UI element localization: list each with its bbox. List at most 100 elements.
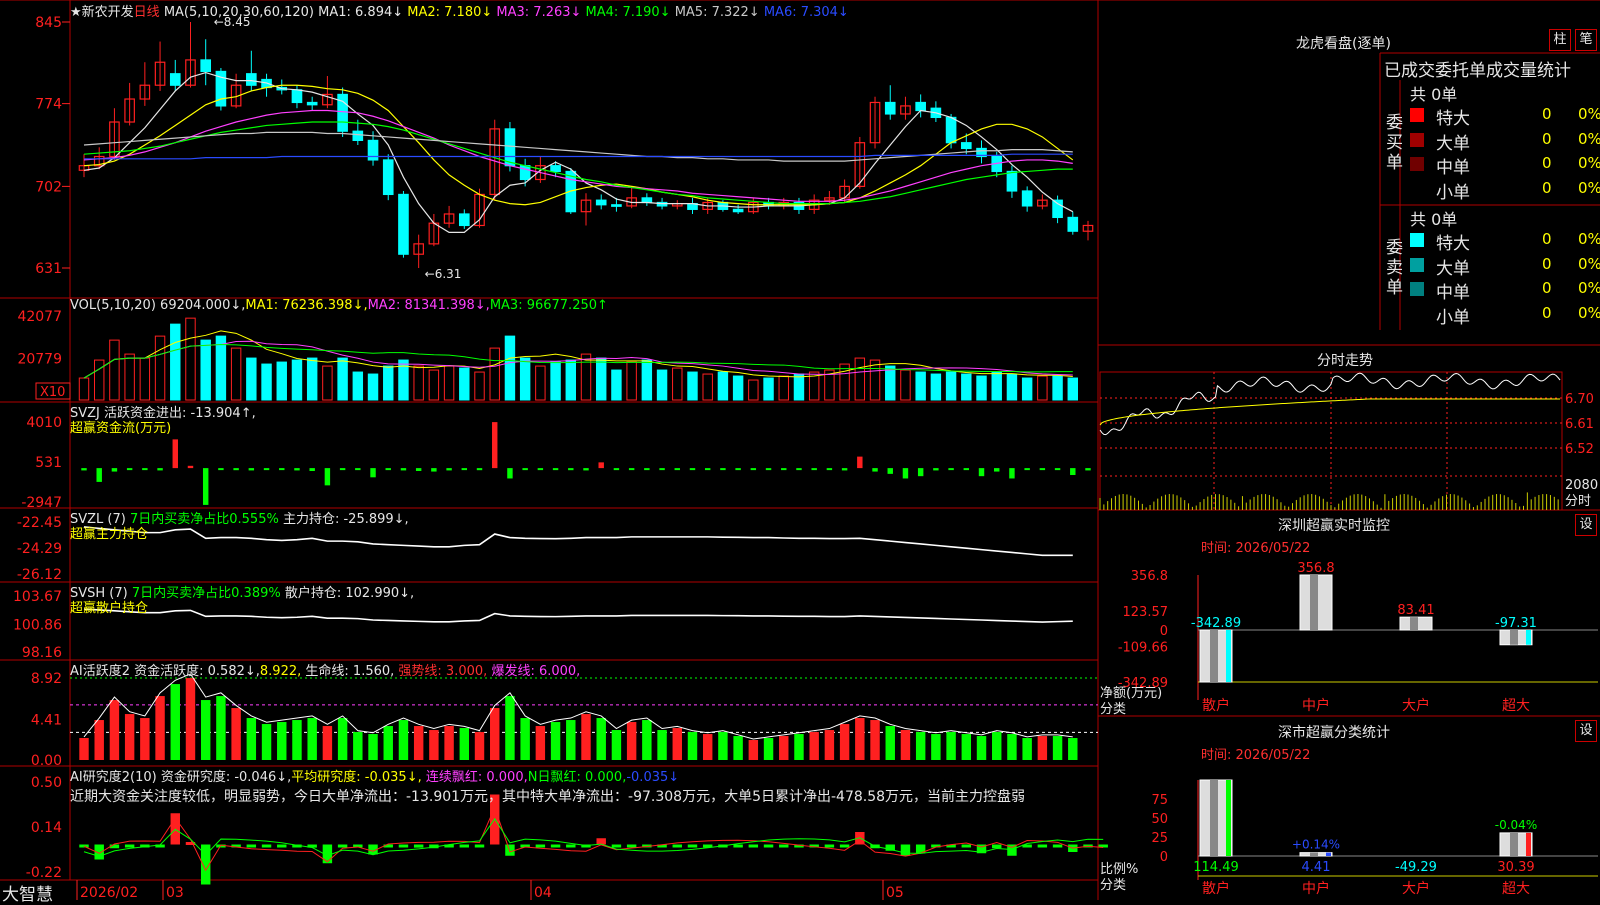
price-tick-label: 774 (35, 97, 62, 113)
monitor-xlabel: 分类 (1100, 702, 1127, 717)
price-tick-label: 702 (35, 179, 62, 195)
classify-settings-button[interactable]: 设 (1575, 720, 1597, 742)
ai-active-bar (915, 732, 926, 760)
ai-research-bar (505, 844, 515, 856)
volume-bar (78, 377, 90, 401)
volume-bar (383, 365, 394, 401)
volume-bar (672, 367, 683, 401)
order-row: 特大 0 0% (1410, 104, 1600, 129)
svzj-bar (1085, 468, 1091, 471)
svzj-bar (781, 468, 787, 471)
vol-header: VOL(5,10,20) 69204.000↓,MA1: 76236.398↓,… (70, 298, 608, 313)
svzj-bar (583, 468, 589, 471)
ai-active-bar (337, 718, 348, 760)
tick-mode-button[interactable]: 笔 (1575, 29, 1597, 51)
ma-legend-item: MA2: 7.180↓ (407, 5, 497, 20)
ai-research-bar (124, 844, 135, 848)
ai-active-title: AI活跃度2 (70, 664, 130, 679)
svzj-bar (552, 468, 559, 471)
svzj-bar (446, 468, 452, 471)
order-color-swatch (1410, 307, 1424, 321)
candle-body (458, 213, 470, 227)
ai-active-bar (490, 708, 500, 760)
ai-active-bar (642, 720, 652, 760)
monitor-bar-shade (1510, 630, 1518, 645)
svzj-bar (857, 456, 863, 469)
volume-bar (489, 347, 500, 401)
ai-research-header: AI研究度2(10) 资金研究度: -0.046↓,平均研究度: -0.035↓… (70, 766, 679, 785)
order-color-swatch (1410, 233, 1424, 247)
ai-active-bar (185, 678, 196, 760)
ai-active-bar (459, 728, 470, 760)
volume-bar (170, 323, 181, 401)
vol-tick-label: 42077 (17, 309, 62, 325)
volume-bar (291, 359, 303, 401)
ai-active-bar (413, 726, 424, 760)
monitor-tick-label: -109.66 (1118, 641, 1168, 656)
svzj-bar (598, 462, 604, 469)
candle-body (352, 130, 364, 142)
vol-unit-label: X10 (40, 385, 65, 400)
svzj-bar (674, 468, 680, 471)
ai-research-bar (779, 844, 789, 848)
intraday-tick-label: 6.61 (1565, 417, 1594, 432)
volume-bar (337, 357, 348, 401)
ma-line-ma1 (83, 71, 1074, 233)
volume-bar (976, 375, 987, 401)
svzj-bar (507, 468, 513, 479)
ai-research-bar (459, 844, 470, 848)
svzl-note: 7日内买卖净占比0.555% (129, 512, 279, 527)
volume-bar (185, 317, 196, 401)
svzj-bar (613, 468, 620, 471)
classify-top-label: +0.14% (1292, 838, 1340, 852)
ai-active-bar (596, 718, 606, 760)
svzj-bar (96, 468, 102, 482)
monitor-settings-button[interactable]: 设 (1575, 514, 1597, 536)
order-row: 特大 0 0% (1410, 229, 1600, 254)
ai-research-bar (748, 844, 759, 848)
volume-bar (702, 373, 713, 401)
svzj-bar (476, 468, 483, 471)
classify-category-label: 散户 (1202, 880, 1230, 897)
candle-body (1067, 216, 1079, 232)
ai-research-bar (961, 844, 972, 848)
ai-active-bar (779, 736, 789, 760)
period-label[interactable]: 日线 (134, 5, 160, 20)
volume-bar (261, 363, 272, 401)
ai-research-last: -0.035↓ (626, 770, 680, 785)
volume-bar (885, 365, 896, 401)
candle-body (1006, 170, 1018, 192)
svsh-tick-label: 100.86 (13, 618, 62, 634)
stock-name[interactable]: ★新农开发 (70, 5, 134, 20)
candle-body (1021, 190, 1033, 207)
vol-tick-label: 20779 (17, 352, 62, 368)
classify-category-label: 大户 (1402, 880, 1430, 897)
svzj-bar (689, 468, 696, 471)
ai-active-bar (900, 730, 911, 760)
svzl-subtitle: 超赢主力持仓 (70, 527, 149, 542)
svsh-subtitle: 超赢散户持仓 (70, 601, 149, 616)
svzl-tick-label: -22.45 (17, 515, 62, 531)
volume-bar (550, 361, 561, 401)
ai-research-title: AI研究度2(10) (70, 770, 157, 785)
bar-mode-button[interactable]: 柱 (1549, 29, 1571, 51)
svzj-bar (902, 468, 909, 479)
svzj-bar (218, 468, 224, 471)
monitor-category-label: 散户 (1202, 697, 1230, 714)
candle-body (550, 165, 561, 173)
volume-bar (732, 375, 744, 401)
monitor-category-label: 超大 (1502, 698, 1530, 714)
ai-research-line-green (83, 817, 1104, 857)
svzj-bar (704, 468, 711, 471)
volume-bar (869, 359, 881, 401)
order-pct: 0% (1578, 129, 1600, 148)
ai-active-bar (550, 722, 561, 760)
monitor-value-label: 83.41 (1397, 603, 1434, 618)
order-qty: 0 (1542, 129, 1552, 148)
ai-active-bar (474, 732, 485, 760)
sell-total: 共 0单 (1410, 210, 1458, 229)
ai-active-tick-label: 0.00 (31, 753, 62, 769)
ai-active-bar (961, 734, 972, 760)
ai-active-bar (931, 734, 941, 760)
ai-active-bar (581, 714, 591, 760)
